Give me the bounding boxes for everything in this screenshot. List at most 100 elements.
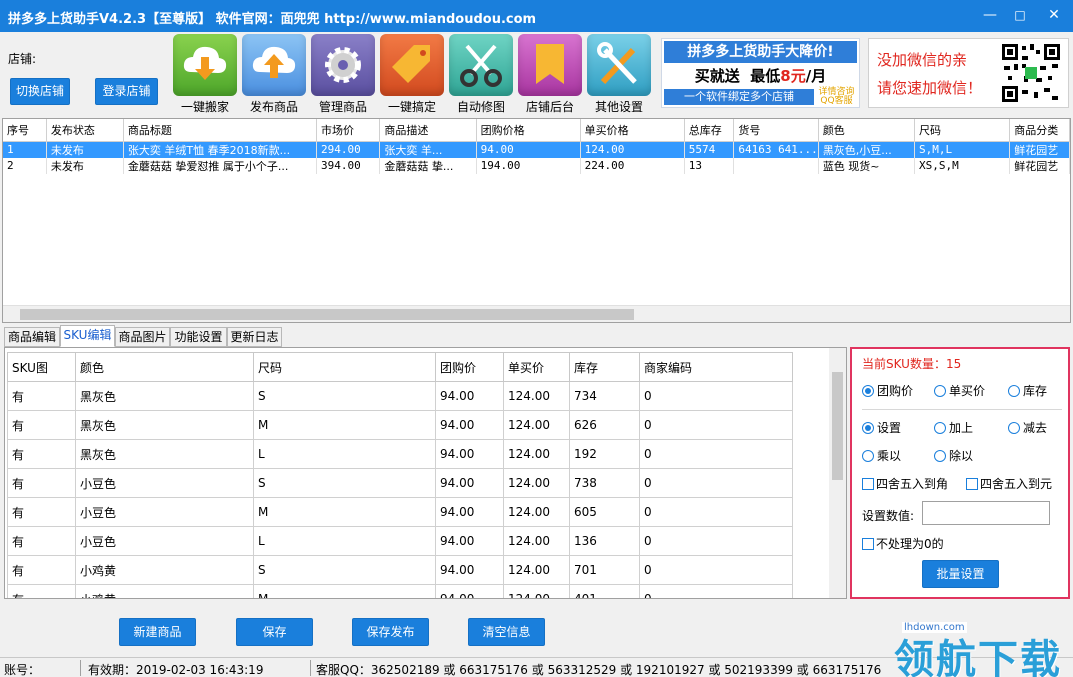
table-cell[interactable]: 124.00 [503,555,570,585]
table-cell[interactable]: 有 [7,555,76,585]
table-cell[interactable]: 124.00 [503,497,570,527]
new-product-button[interactable]: 新建商品 [119,618,196,646]
table-cell[interactable]: 124.00 [503,381,570,411]
column-header[interactable]: 商品描述 [379,119,477,142]
column-header[interactable]: 商品分类 [1009,119,1070,142]
table-cell[interactable]: M [253,497,436,527]
table-cell[interactable]: 小鸡黄 [75,584,254,598]
toolbar-one-click-move[interactable]: 一键搬家 [173,34,237,114]
radio-op-subtract[interactable]: 减去 [1008,419,1047,436]
maximize-button[interactable]: □ [1008,4,1032,26]
table-cell[interactable]: 94.00 [435,497,504,527]
save-button[interactable]: 保存 [236,618,313,646]
table-row[interactable]: 1 未发布 张大奕 羊绒T恤 春季2018新款... 294.00 张大奕 羊... 94… [3,141,1070,158]
radio-group-price[interactable]: 团购价 [862,382,913,399]
wechat-banner[interactable]: 没加微信的亲 请您速加微信！ [868,38,1069,108]
value-input[interactable] [922,501,1050,525]
vertical-scrollbar[interactable] [829,348,846,598]
column-header[interactable]: 颜色 [75,352,254,382]
table-cell[interactable]: S [253,381,436,411]
radio-op-divide[interactable]: 除以 [934,447,973,464]
tab-product-images[interactable]: 商品图片 [115,327,170,347]
column-header[interactable]: 单买价 [503,352,570,382]
table-cell[interactable]: 734 [569,381,640,411]
table-row[interactable]: 有黑灰色 S 94.00 124.00 734 0 [7,381,793,411]
column-header[interactable]: 颜色 [818,119,916,142]
table-cell[interactable]: 0 [639,497,793,527]
tab-product-edit[interactable]: 商品编辑 [4,327,60,347]
toolbar-manage[interactable]: 管理商品 [311,34,375,114]
clear-info-button[interactable]: 清空信息 [468,618,545,646]
table-cell[interactable]: 124.00 [503,439,570,469]
column-header[interactable]: 团购价格 [476,119,581,142]
table-cell[interactable]: 738 [569,468,640,498]
table-cell[interactable]: 0 [639,526,793,556]
table-cell[interactable]: 94.00 [435,439,504,469]
radio-op-add[interactable]: 加上 [934,419,973,436]
table-cell[interactable]: 黑灰色 [75,410,254,440]
radio-single-price[interactable]: 单买价 [934,382,985,399]
radio-stock[interactable]: 库存 [1008,382,1047,399]
table-row[interactable]: 有小鸡黄M94.00124.004010 [7,584,793,598]
table-cell[interactable]: 有 [7,439,76,469]
promo-banner[interactable]: 拼多多上货助手大降价! 买就送 最低8元/月 一个软件绑定多个店铺 详情咨询 Q… [661,38,860,108]
table-cell[interactable]: S [253,555,436,585]
column-header[interactable]: 商家编码 [639,352,793,382]
table-cell[interactable]: 小豆色 [75,468,254,498]
horizontal-scrollbar[interactable] [3,305,1070,322]
table-cell[interactable]: 626 [569,410,640,440]
checkbox-skip-zero[interactable]: 不处理为0的 [862,535,944,552]
column-header[interactable]: 总库存 [684,119,735,142]
table-cell[interactable]: 94.00 [435,381,504,411]
table-cell[interactable]: 有 [7,497,76,527]
table-cell[interactable]: 有 [7,410,76,440]
table-cell[interactable]: 94.00 [435,468,504,498]
table-cell[interactable]: 有 [7,381,76,411]
product-grid[interactable]: 序号 发布状态 商品标题 市场价 商品描述 团购价格 单买价格 总库存 货号 颜色 尺码 商品分类 1… [2,118,1071,323]
tab-sku-edit[interactable]: SKU编辑 [60,325,115,347]
scrollbar-thumb[interactable] [832,372,843,480]
radio-op-multiply[interactable]: 乘以 [862,447,901,464]
column-header[interactable]: 尺码 [253,352,436,382]
table-row[interactable]: 有小鸡黄 S 94.00 124.00 701 0 [7,555,793,585]
table-row[interactable]: 有小豆色 S 94.00 124.00 738 0 [7,468,793,498]
toolbar-auto-retouch[interactable]: 自动修图 [449,34,513,114]
minimize-button[interactable]: — [978,4,1002,26]
column-header[interactable]: 货号 [733,119,819,142]
table-cell[interactable]: 124.00 [503,410,570,440]
table-cell[interactable]: 0 [639,468,793,498]
tab-function-settings[interactable]: 功能设置 [170,327,227,347]
table-row[interactable]: 2 未发布 金蘑菇菇 挚爱怼推 属于小个子... 394.00 金蘑菇菇 挚... 194… [3,157,1070,174]
table-cell[interactable]: 701 [569,555,640,585]
table-row[interactable]: 有黑灰色 L 94.00 124.00 192 0 [7,439,793,469]
table-cell[interactable]: 有 [7,526,76,556]
table-cell[interactable]: 124.00 [503,584,570,598]
column-header[interactable]: 团购价 [435,352,504,382]
batch-set-button[interactable]: 批量设置 [922,560,999,588]
table-cell[interactable]: M [253,584,436,598]
column-header[interactable]: 发布状态 [46,119,124,142]
table-cell[interactable]: 小豆色 [75,526,254,556]
tab-update-log[interactable]: 更新日志 [227,327,282,347]
table-cell[interactable]: 0 [639,381,793,411]
table-row[interactable]: 有小豆色 M 94.00 124.00 605 0 [7,497,793,527]
toolbar-shop-backend[interactable]: 店铺后台 [518,34,582,114]
checkbox-round-jiao[interactable]: 四舍五入到角 [862,475,948,492]
table-cell[interactable]: 124.00 [503,526,570,556]
column-header[interactable]: 库存 [569,352,640,382]
toolbar-one-click-done[interactable]: 一键搞定 [380,34,444,114]
toolbar-publish[interactable]: 发布商品 [242,34,306,114]
table-cell[interactable]: 94.00 [435,410,504,440]
close-button[interactable]: ✕ [1042,4,1066,26]
table-cell[interactable]: M [253,410,436,440]
table-cell[interactable]: 0 [639,555,793,585]
table-cell[interactable]: 0 [639,584,793,598]
table-cell[interactable]: 124.00 [503,468,570,498]
table-cell[interactable]: S [253,468,436,498]
table-cell[interactable]: L [253,439,436,469]
table-cell[interactable]: 401 [569,584,640,598]
column-header[interactable]: SKU图 [7,352,76,382]
login-shop-button[interactable]: 登录店铺 [95,78,158,105]
column-header[interactable]: 商品标题 [123,119,318,142]
save-publish-button[interactable]: 保存发布 [352,618,429,646]
